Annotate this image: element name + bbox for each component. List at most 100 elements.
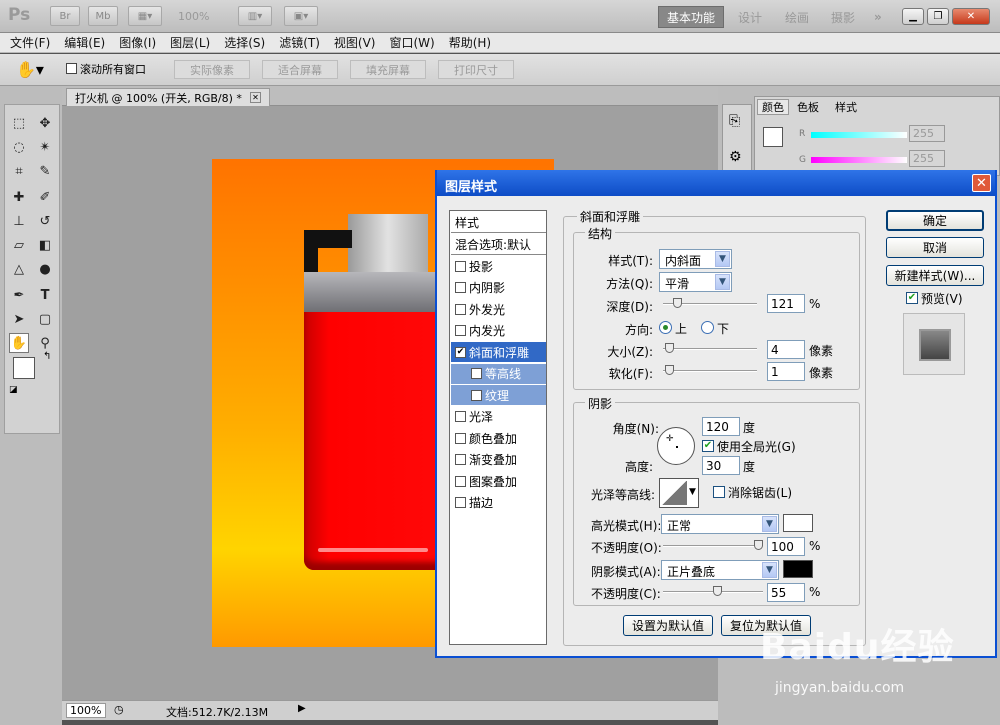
style-list-header[interactable]: 混合选项:默认: [451, 235, 546, 255]
swap-colors-icon[interactable]: ↰: [43, 351, 51, 362]
dialog-close-icon[interactable]: ✕: [972, 174, 991, 192]
gradient-tool-icon[interactable]: ◧: [35, 235, 55, 255]
style-checkbox[interactable]: [455, 282, 466, 293]
bridge-button[interactable]: Br: [50, 6, 80, 26]
magic-wand-icon[interactable]: ✴: [35, 137, 55, 157]
workspace-photography[interactable]: 摄影: [823, 6, 863, 28]
r-value[interactable]: 255: [909, 125, 945, 142]
make-default-button[interactable]: 设置为默认值: [623, 615, 713, 636]
menu-image[interactable]: 图像(I): [119, 34, 156, 51]
menu-view[interactable]: 视图(V): [334, 34, 376, 51]
actions-panel-icon[interactable]: ⚙: [729, 149, 742, 165]
style-list-header[interactable]: 样式: [451, 213, 546, 233]
fit-screen-button[interactable]: 适合屏幕: [262, 60, 338, 79]
cancel-button[interactable]: 取消: [886, 237, 984, 258]
shadow-opacity-slider[interactable]: [663, 586, 763, 596]
panel-foreground-swatch[interactable]: [763, 127, 783, 147]
default-colors-icon[interactable]: ◪: [9, 385, 18, 395]
pen-tool-icon[interactable]: ✒: [9, 285, 29, 305]
marquee-tool-icon[interactable]: ⬚: [9, 113, 29, 133]
shadow-mode-select[interactable]: 正片叠底 ▼: [661, 560, 779, 580]
fill-screen-button[interactable]: 填充屏幕: [350, 60, 426, 79]
view-extras-button[interactable]: ▦▾: [128, 6, 162, 26]
style-list-item[interactable]: 纹理: [451, 385, 546, 405]
depth-slider-thumb[interactable]: [673, 298, 683, 308]
direction-up-radio[interactable]: [659, 321, 672, 334]
depth-slider[interactable]: [663, 298, 757, 308]
style-checkbox[interactable]: [471, 389, 482, 401]
depth-input[interactable]: 121: [767, 294, 805, 313]
brush-tool-icon[interactable]: ✐: [35, 187, 55, 207]
style-checkbox[interactable]: [455, 411, 466, 422]
style-list-item[interactable]: 内发光: [451, 321, 546, 341]
tab-styles[interactable]: 样式: [831, 99, 861, 115]
altitude-input[interactable]: 30: [702, 456, 740, 475]
direction-down-radio[interactable]: [701, 321, 714, 334]
technique-select[interactable]: 平滑 ▼: [659, 272, 732, 292]
menu-help[interactable]: 帮助(H): [449, 34, 491, 51]
g-value[interactable]: 255: [909, 150, 945, 167]
highlight-opacity-thumb[interactable]: [754, 540, 763, 550]
restore-icon[interactable]: ❐: [927, 8, 949, 25]
eraser-icon[interactable]: ▱: [9, 235, 29, 255]
style-checkbox[interactable]: ✔: [455, 346, 466, 358]
arrange-documents-button[interactable]: ▥▾: [238, 6, 272, 26]
style-list-item[interactable]: 颜色叠加: [451, 428, 546, 448]
style-checkbox[interactable]: [455, 475, 466, 487]
bevel-style-select[interactable]: 内斜面 ▼: [659, 249, 732, 269]
style-checkbox[interactable]: [455, 325, 466, 336]
healing-brush-icon[interactable]: ✚: [9, 187, 29, 207]
style-checkbox[interactable]: [455, 432, 466, 444]
workspace-essentials[interactable]: 基本功能: [658, 6, 725, 28]
zoom-tool-icon[interactable]: ⚲: [35, 333, 55, 353]
zoom-level[interactable]: 100%: [178, 10, 209, 23]
actual-pixels-button[interactable]: 实际像素: [174, 60, 250, 79]
menu-layer[interactable]: 图层(L): [170, 34, 210, 51]
highlight-color-swatch[interactable]: [783, 514, 813, 532]
style-checkbox[interactable]: [471, 368, 482, 379]
crop-tool-icon[interactable]: ⌗: [9, 161, 29, 181]
blur-tool-icon[interactable]: △: [9, 259, 29, 279]
shape-tool-icon[interactable]: ▢: [35, 309, 55, 329]
print-size-button[interactable]: 打印尺寸: [438, 60, 514, 79]
lasso-tool-icon[interactable]: ◌: [9, 137, 29, 157]
screen-mode-button[interactable]: ▣▾: [284, 6, 318, 26]
hand-tool-icon[interactable]: ✋: [9, 333, 29, 353]
r-slider[interactable]: [811, 132, 907, 138]
new-style-button[interactable]: 新建样式(W)...: [886, 265, 984, 286]
close-app-icon[interactable]: ✕: [952, 8, 990, 25]
style-list-item[interactable]: 渐变叠加: [451, 450, 546, 470]
size-input[interactable]: 4: [767, 340, 805, 359]
style-list-item[interactable]: 内阴影: [451, 278, 546, 298]
size-slider-thumb[interactable]: [664, 343, 674, 353]
document-tab[interactable]: 打火机 @ 100% (开关, RGB/8) * ✕: [66, 88, 270, 106]
menu-window[interactable]: 窗口(W): [389, 34, 434, 51]
mini-bridge-button[interactable]: Mb: [88, 6, 118, 26]
size-slider[interactable]: [663, 343, 757, 353]
type-tool-icon[interactable]: T: [35, 285, 55, 305]
g-slider[interactable]: [811, 157, 907, 163]
clone-stamp-icon[interactable]: ⊥: [9, 211, 29, 231]
preview-checkbox[interactable]: ✔: [906, 292, 918, 304]
workspace-painting[interactable]: 绘画: [777, 6, 817, 28]
foreground-color-swatch[interactable]: [13, 357, 35, 379]
soften-slider-thumb[interactable]: [664, 365, 674, 375]
menu-file[interactable]: 文件(F): [10, 34, 50, 51]
path-select-icon[interactable]: ➤: [9, 309, 29, 329]
history-brush-icon[interactable]: ↺: [35, 211, 55, 231]
shadow-opacity-thumb[interactable]: [713, 586, 723, 596]
global-light-checkbox[interactable]: ✔: [702, 440, 714, 452]
style-checkbox[interactable]: [455, 497, 466, 508]
more-workspaces-icon[interactable]: »: [866, 6, 890, 28]
status-zoom[interactable]: 100%: [66, 703, 106, 718]
style-list-item[interactable]: 等高线: [451, 363, 546, 384]
status-menu-arrow-icon[interactable]: ▶: [298, 703, 306, 714]
highlight-opacity-input[interactable]: 100: [767, 537, 805, 556]
minimize-icon[interactable]: ▁: [902, 8, 924, 25]
menu-filter[interactable]: 滤镜(T): [279, 34, 320, 51]
shadow-opacity-input[interactable]: 55: [767, 583, 805, 602]
tab-swatches[interactable]: 色板: [793, 99, 823, 115]
style-list-item[interactable]: 外发光: [451, 299, 546, 319]
style-list-item[interactable]: 描边: [451, 493, 546, 513]
soften-slider[interactable]: [663, 365, 757, 375]
